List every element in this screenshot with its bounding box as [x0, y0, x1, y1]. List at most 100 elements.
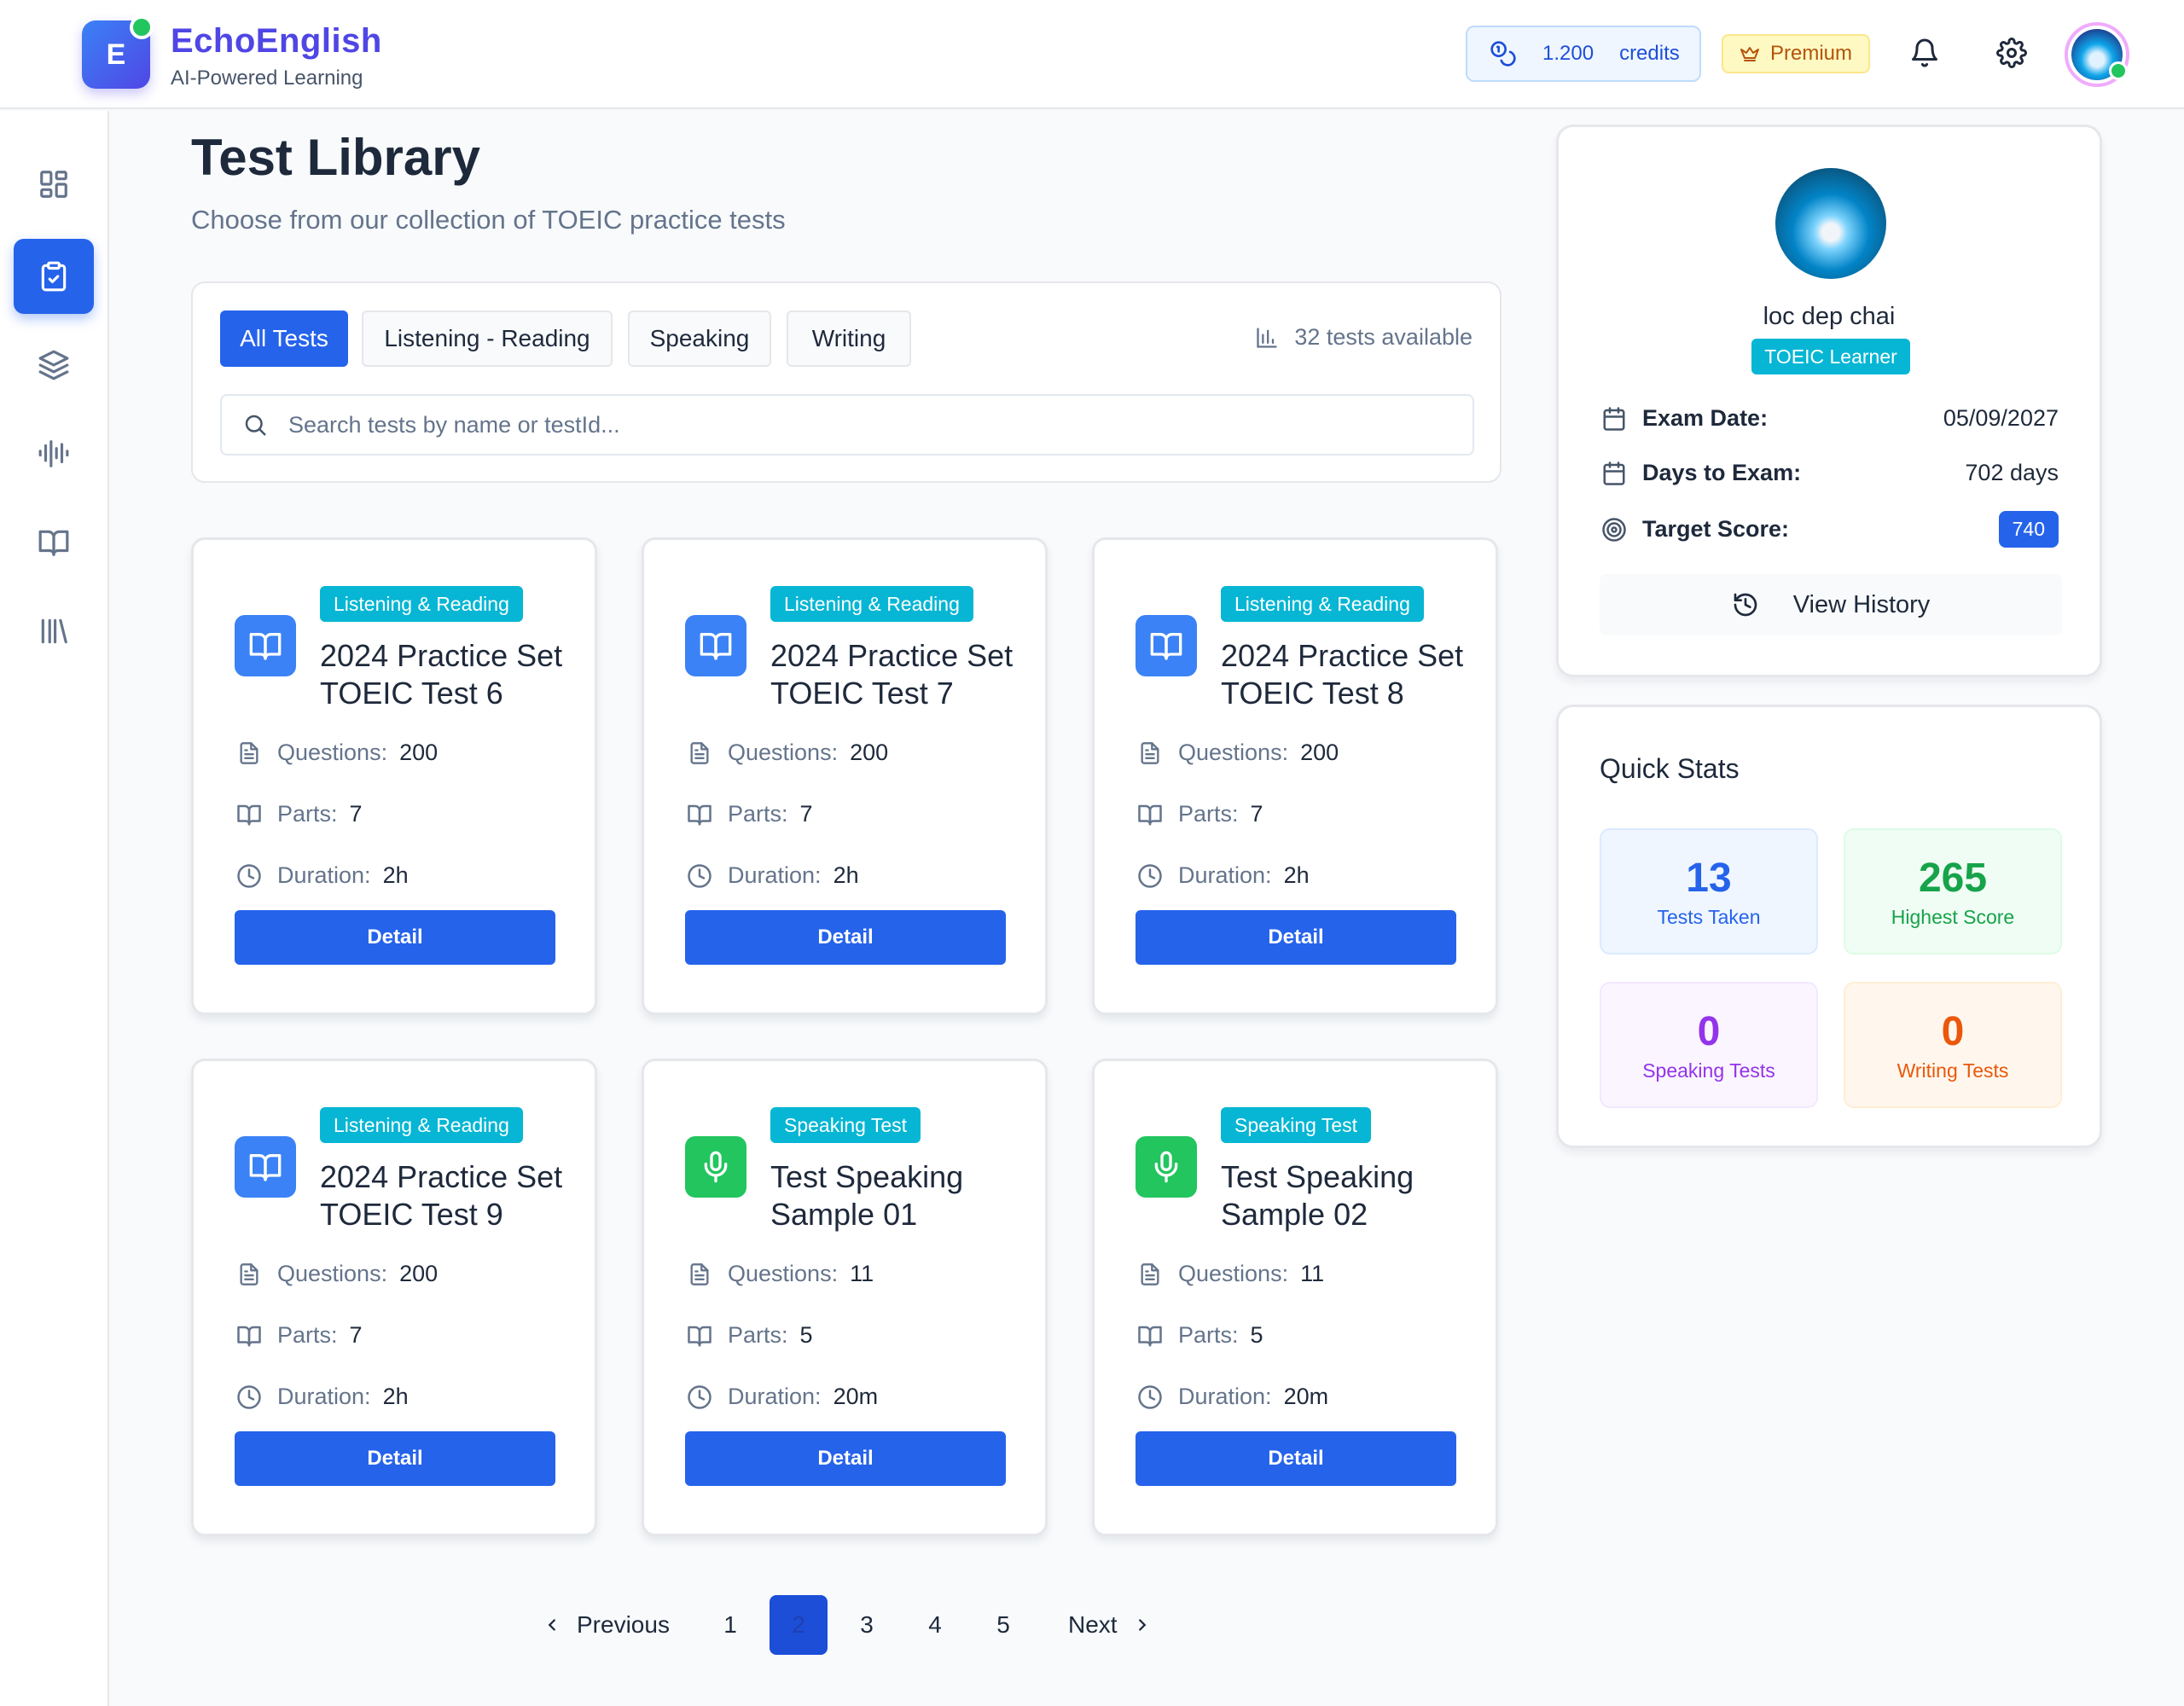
questions-value: 11: [850, 1261, 874, 1286]
parts-value: 7: [349, 801, 363, 827]
stat-label: Tests Taken: [1657, 905, 1761, 928]
grid-icon: [38, 168, 70, 200]
questions-label: Questions:: [728, 740, 839, 765]
questions-row: Questions: 11: [1136, 1261, 1324, 1287]
detail-button[interactable]: Detail: [1136, 910, 1456, 965]
book-open-icon: [685, 615, 746, 676]
page-1[interactable]: 1: [701, 1595, 759, 1655]
book-open-icon: [235, 1323, 264, 1349]
duration-row: Duration: 2h: [685, 862, 859, 889]
avatar-online-dot: [2109, 61, 2128, 80]
tab-all-tests[interactable]: All Tests: [220, 310, 348, 367]
questions-value: 11: [1300, 1261, 1325, 1286]
duration-label: Duration:: [728, 1384, 822, 1409]
credits-amount: 1.200: [1542, 42, 1594, 65]
test-type-badge: Listening & Reading: [1221, 586, 1424, 622]
tab-writing[interactable]: Writing: [787, 310, 911, 367]
page-2[interactable]: 2: [770, 1595, 828, 1655]
detail-button[interactable]: Detail: [685, 910, 1006, 965]
user-avatar[interactable]: [2065, 22, 2129, 87]
view-history-label: View History: [1792, 590, 1931, 618]
parts-value: 5: [799, 1322, 813, 1348]
days-to-exam-value: 702 days: [1965, 460, 2059, 485]
questions-label: Questions:: [277, 1261, 388, 1286]
duration-value: 20m: [833, 1384, 879, 1409]
view-history-button[interactable]: View History: [1600, 574, 2062, 635]
detail-button[interactable]: Detail: [235, 1431, 555, 1486]
brand-name[interactable]: EchoEnglish: [171, 22, 382, 61]
profile-card: loc dep chai TOEIC Learner Exam Date: 05…: [1556, 125, 2102, 677]
file-text-icon: [1136, 741, 1165, 765]
questions-row: Questions: 200: [235, 1261, 438, 1287]
book-open-icon: [235, 615, 296, 676]
target-score-row: Target Score: 740: [1600, 511, 2059, 548]
questions-row: Questions: 200: [1136, 740, 1339, 766]
stat-value: 265: [1918, 855, 1988, 901]
duration-row: Duration: 2h: [235, 862, 409, 889]
parts-row: Parts: 7: [235, 801, 363, 827]
tab-listening-reading[interactable]: Listening - Reading: [362, 310, 613, 367]
parts-row: Parts: 7: [235, 1322, 363, 1349]
questions-value: 200: [399, 740, 439, 765]
questions-value: 200: [399, 1261, 439, 1286]
page-4[interactable]: 4: [906, 1595, 964, 1655]
microphone-icon: [1136, 1136, 1197, 1198]
search-input[interactable]: [288, 411, 1397, 438]
parts-label: Parts:: [728, 1322, 788, 1348]
stat-box: 265 Highest Score: [1844, 828, 2062, 955]
book-open-icon: [1136, 1323, 1165, 1349]
sidebar-item-dashboard[interactable]: [14, 147, 94, 222]
role-badge: TOEIC Learner: [1751, 339, 1910, 374]
page-3[interactable]: 3: [838, 1595, 896, 1655]
file-text-icon: [685, 741, 714, 765]
gear-icon[interactable]: [1996, 38, 2027, 68]
library-icon: [38, 615, 70, 647]
detail-button[interactable]: Detail: [1136, 1431, 1456, 1486]
test-type-badge: Speaking Test: [770, 1107, 921, 1143]
file-text-icon: [235, 741, 264, 765]
page-5[interactable]: 5: [974, 1595, 1032, 1655]
test-title: 2024 Practice Set TOEIC Test 8: [1221, 638, 1464, 711]
book-open-icon: [1136, 615, 1197, 676]
credits-badge[interactable]: 1.200 credits: [1466, 26, 1701, 82]
duration-label: Duration:: [728, 862, 822, 888]
sidebar-item-library[interactable]: [14, 594, 94, 669]
logo-letter: E: [106, 38, 126, 71]
questions-row: Questions: 200: [685, 740, 888, 766]
bell-icon[interactable]: [1909, 38, 1940, 68]
premium-label: Premium: [1769, 42, 1852, 65]
duration-value: 2h: [833, 862, 859, 888]
stat-label: Writing Tests: [1896, 1059, 2009, 1082]
sidebar-item-flashcards[interactable]: [14, 328, 94, 403]
quick-stats-card: Quick Stats 13 Tests Taken 265 Highest S…: [1556, 705, 2102, 1148]
page-title: Test Library: [191, 129, 480, 186]
file-text-icon: [235, 1262, 264, 1286]
detail-button[interactable]: Detail: [685, 1431, 1006, 1486]
clipboard-check-icon: [38, 260, 70, 293]
sidebar-item-reading[interactable]: [14, 505, 94, 580]
file-text-icon: [685, 1262, 714, 1286]
tab-speaking[interactable]: Speaking: [628, 310, 771, 367]
parts-value: 7: [799, 801, 813, 827]
sidebar-item-speaking[interactable]: [14, 416, 94, 491]
exam-date-value: 05/09/2027: [1943, 405, 2059, 431]
profile-avatar: [1775, 168, 1886, 279]
test-title: Test Speaking Sample 01: [770, 1159, 964, 1232]
test-card: Speaking Test Test Speaking Sample 01 Qu…: [642, 1059, 1048, 1536]
parts-label: Parts:: [728, 801, 788, 827]
test-card: Listening & Reading 2024 Practice Set TO…: [191, 537, 597, 1015]
coins-icon: [1490, 40, 1517, 67]
duration-row: Duration: 20m: [685, 1384, 878, 1410]
pagination-next[interactable]: Next: [1068, 1595, 1152, 1655]
detail-button[interactable]: Detail: [235, 910, 555, 965]
stat-value: 0: [1697, 1008, 1721, 1054]
test-type-badge: Listening & Reading: [770, 586, 973, 622]
top-header: E EchoEnglish AI-Powered Learning 1.200 …: [0, 0, 2184, 109]
microphone-icon: [685, 1136, 746, 1198]
stat-value: 0: [1941, 1008, 1965, 1054]
clock-icon: [685, 863, 714, 889]
pagination-previous[interactable]: Previous: [543, 1595, 670, 1655]
filter-panel: All Tests Listening - Reading Speaking W…: [191, 281, 1502, 483]
premium-badge[interactable]: Premium: [1722, 34, 1870, 73]
sidebar-item-tests[interactable]: [14, 239, 94, 314]
